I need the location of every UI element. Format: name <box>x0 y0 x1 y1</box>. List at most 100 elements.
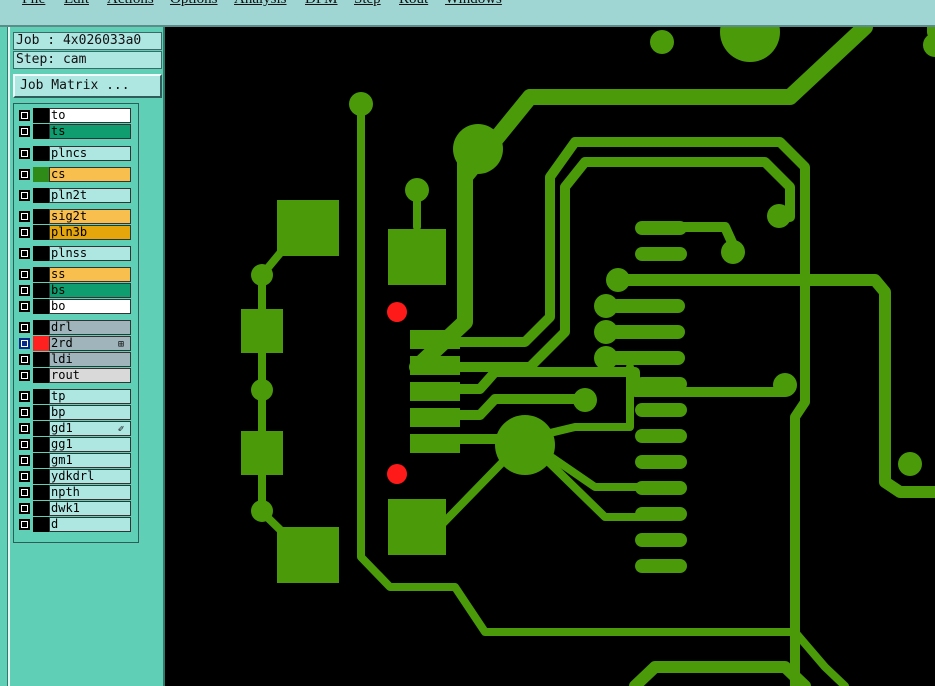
layer-row-bo[interactable]: bo <box>17 299 136 314</box>
layer-name[interactable]: to <box>49 108 131 123</box>
layer-color-swatch[interactable] <box>33 225 49 240</box>
layer-name[interactable]: gg1 <box>49 437 131 452</box>
layer-name[interactable]: plnss <box>49 246 131 261</box>
layer-row-dwk1[interactable]: dwk1 <box>17 501 136 516</box>
layer-name[interactable]: bp <box>49 405 131 420</box>
layer-checkbox[interactable] <box>19 169 30 180</box>
layer-checkbox[interactable] <box>19 370 30 381</box>
layer-color-swatch[interactable] <box>33 209 49 224</box>
layer-checkbox[interactable] <box>19 148 30 159</box>
layer-name[interactable]: pln2t <box>49 188 131 203</box>
layer-row-cs[interactable]: cs <box>17 167 136 182</box>
menu-step[interactable]: Step <box>354 0 381 8</box>
layer-color-swatch[interactable] <box>33 108 49 123</box>
layer-name[interactable]: ldi <box>49 352 131 367</box>
layer-checkbox[interactable] <box>19 126 30 137</box>
layer-color-swatch[interactable] <box>33 501 49 516</box>
layer-row-to[interactable]: to <box>17 108 136 123</box>
layer-row-plnss[interactable]: plnss <box>17 246 136 261</box>
layer-row-d[interactable]: d <box>17 517 136 532</box>
menu-file[interactable]: File <box>22 0 45 8</box>
layer-row-npth[interactable]: npth <box>17 485 136 500</box>
layer-checkbox[interactable] <box>19 322 30 333</box>
menu-analysis[interactable]: Analysis <box>234 0 287 8</box>
layer-row-ldi[interactable]: ldi <box>17 352 136 367</box>
layer-color-swatch[interactable] <box>33 246 49 261</box>
layer-name[interactable]: npth <box>49 485 131 500</box>
layer-row-sig2t[interactable]: sig2t <box>17 209 136 224</box>
layer-color-swatch[interactable] <box>33 453 49 468</box>
layer-name[interactable]: gm1 <box>49 453 131 468</box>
layer-checkbox[interactable] <box>19 211 30 222</box>
layer-row-gd1[interactable]: gd1 ✐ <box>17 421 136 436</box>
layer-name[interactable]: bo <box>49 299 131 314</box>
layer-checkbox[interactable] <box>19 285 30 296</box>
layer-color-swatch[interactable] <box>33 336 49 351</box>
menu-edit[interactable]: Edit <box>64 0 89 8</box>
layer-color-swatch[interactable] <box>33 167 49 182</box>
layer-color-swatch[interactable] <box>33 146 49 161</box>
layer-name[interactable]: d <box>49 517 131 532</box>
layer-checkbox[interactable] <box>19 354 30 365</box>
layer-name[interactable]: ydkdrl <box>49 469 131 484</box>
layer-name[interactable]: dwk1 <box>49 501 131 516</box>
layer-row-ss[interactable]: ss <box>17 267 136 282</box>
layer-checkbox[interactable] <box>19 227 30 238</box>
layer-row-tp[interactable]: tp <box>17 389 136 404</box>
layer-color-swatch[interactable] <box>33 421 49 436</box>
layer-checkbox[interactable] <box>19 301 30 312</box>
layer-checkbox[interactable] <box>19 487 30 498</box>
layer-checkbox[interactable] <box>19 503 30 514</box>
job-matrix-button[interactable]: Job Matrix ... <box>13 74 162 98</box>
layer-color-swatch[interactable] <box>33 437 49 452</box>
layer-name[interactable]: tp <box>49 389 131 404</box>
layer-checkbox[interactable] <box>19 439 30 450</box>
layer-checkbox[interactable] <box>19 407 30 418</box>
layer-color-swatch[interactable] <box>33 389 49 404</box>
layer-checkbox[interactable] <box>19 110 30 121</box>
layer-name[interactable]: pln3b <box>49 225 131 240</box>
menu-actions[interactable]: Actions <box>107 0 154 8</box>
layer-checkbox[interactable] <box>19 471 30 482</box>
layer-checkbox[interactable] <box>19 248 30 259</box>
layer-color-swatch[interactable] <box>33 188 49 203</box>
layer-checkbox[interactable] <box>19 269 30 280</box>
layer-name[interactable]: ss <box>49 267 131 282</box>
layer-row-ts[interactable]: ts <box>17 124 136 139</box>
layer-name[interactable]: gd1 ✐ <box>49 421 131 436</box>
layer-name[interactable]: bs <box>49 283 131 298</box>
layer-color-swatch[interactable] <box>33 352 49 367</box>
layer-checkbox[interactable] <box>19 190 30 201</box>
layer-row-rout[interactable]: rout <box>17 368 136 383</box>
pcb-canvas[interactable] <box>165 27 935 686</box>
layer-checkbox[interactable] <box>19 423 30 434</box>
layer-name[interactable]: 2rd ⊞ <box>49 336 131 351</box>
layer-row-gm1[interactable]: gm1 <box>17 453 136 468</box>
layer-row-ydkdrl[interactable]: ydkdrl <box>17 469 136 484</box>
menu-options[interactable]: Options <box>170 0 218 8</box>
menu-windows[interactable]: Windows <box>445 0 502 8</box>
layer-checkbox[interactable] <box>19 338 30 349</box>
layer-row-pln3b[interactable]: pln3b <box>17 225 136 240</box>
layer-color-swatch[interactable] <box>33 283 49 298</box>
layer-name[interactable]: cs <box>49 167 131 182</box>
layer-row-bp[interactable]: bp <box>17 405 136 420</box>
layer-name[interactable]: ts <box>49 124 131 139</box>
layer-row-2rd[interactable]: 2rd ⊞ <box>17 336 136 351</box>
layer-color-swatch[interactable] <box>33 368 49 383</box>
layer-row-bs[interactable]: bs <box>17 283 136 298</box>
layer-name[interactable]: drl <box>49 320 131 335</box>
layer-checkbox[interactable] <box>19 519 30 530</box>
layer-color-swatch[interactable] <box>33 469 49 484</box>
layer-color-swatch[interactable] <box>33 299 49 314</box>
layer-row-plncs[interactable]: plncs <box>17 146 136 161</box>
menu-rout[interactable]: Rout <box>399 0 428 8</box>
layer-name[interactable]: plncs <box>49 146 131 161</box>
layer-color-swatch[interactable] <box>33 485 49 500</box>
layer-row-pln2t[interactable]: pln2t <box>17 188 136 203</box>
menu-dfm[interactable]: DFM <box>305 0 338 8</box>
layer-color-swatch[interactable] <box>33 124 49 139</box>
layer-checkbox[interactable] <box>19 391 30 402</box>
layer-color-swatch[interactable] <box>33 405 49 420</box>
layer-color-swatch[interactable] <box>33 517 49 532</box>
